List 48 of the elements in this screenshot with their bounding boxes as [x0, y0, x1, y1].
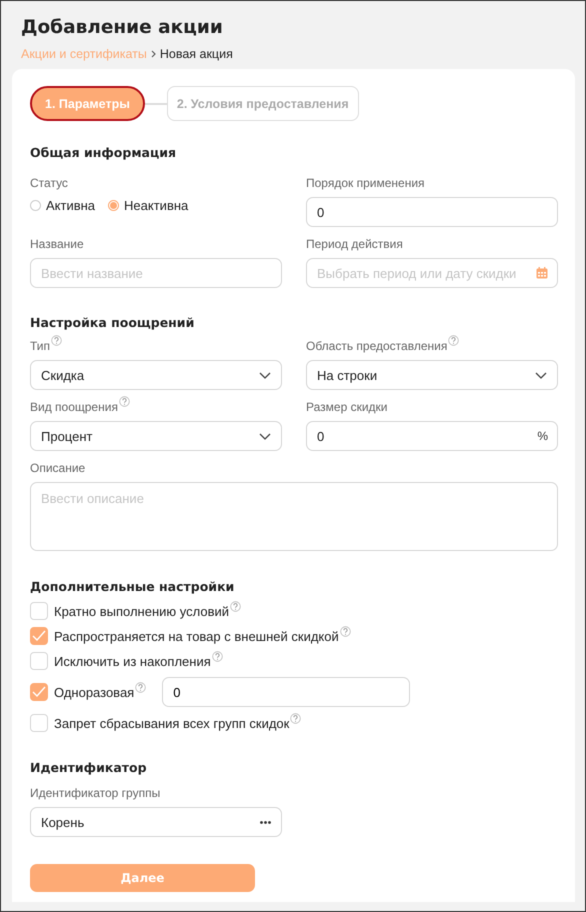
calendar-icon — [536, 267, 548, 279]
field-label: Тип — [30, 339, 50, 353]
field-label: Идентификатор группы — [30, 786, 160, 800]
check-icon — [32, 686, 46, 698]
radio-label: Активна — [46, 198, 96, 212]
chevron-down-icon — [259, 372, 271, 378]
picker-field[interactable]: Корень — [30, 807, 282, 837]
chevron-down-icon — [535, 372, 547, 378]
radio-label: Неактивна — [124, 198, 188, 212]
checkbox-label: Кратно выполнению условий — [54, 604, 229, 618]
checkbox-label: Исключить из накопления — [54, 654, 211, 668]
section-heading: Дополнительные настройки — [30, 579, 234, 594]
checkbox-label: Запрет сбрасывания всех групп скидок — [54, 716, 290, 730]
input-field[interactable]: 0 — [306, 197, 558, 227]
dropdown[interactable]: На строки — [306, 360, 558, 390]
field-label: Область предоставления — [306, 339, 448, 353]
radio-button[interactable] — [30, 200, 41, 210]
breadcrumb-current: Новая акция — [160, 47, 233, 61]
dropdown[interactable]: Процент — [30, 421, 282, 451]
chevron-down-icon — [259, 432, 271, 440]
checkbox-label: Одноразовая — [54, 684, 134, 700]
dropdown[interactable]: Скидка — [30, 360, 282, 390]
radio-button[interactable] — [108, 200, 120, 210]
field-label: Порядок применения — [306, 176, 425, 190]
checkbox-label: Распространяется на товар с внешней скидкой — [54, 628, 339, 644]
unit-label: % — [537, 429, 548, 443]
field-label: Описание — [30, 461, 86, 475]
date-field[interactable]: Выбрать период или дату скидки — [306, 258, 558, 288]
field-label: Название — [30, 237, 84, 251]
checkbox[interactable] — [30, 714, 48, 732]
checkbox[interactable] — [30, 683, 48, 701]
check-icon — [32, 630, 46, 642]
field-label: Статус — [30, 176, 68, 190]
more-icon — [260, 820, 271, 824]
section-heading: Настройка поощрений — [30, 315, 194, 330]
checkbox[interactable] — [30, 652, 48, 670]
section-heading: Общая информация — [30, 145, 176, 160]
input-field[interactable]: 0 — [162, 677, 410, 707]
field-label: Период действия — [306, 237, 403, 251]
checkbox[interactable] — [30, 627, 48, 645]
section-heading: Идентификатор — [30, 760, 147, 775]
field-label: Размер скидки — [306, 400, 388, 414]
text-area[interactable]: Ввести описание — [30, 482, 558, 551]
page-title: Добавление акции — [21, 16, 224, 40]
chevron-right-icon — [150, 50, 156, 58]
field-label: Вид поощрения — [30, 400, 118, 414]
checkbox[interactable] — [30, 602, 48, 620]
input-field[interactable]: Ввести название — [30, 258, 282, 288]
